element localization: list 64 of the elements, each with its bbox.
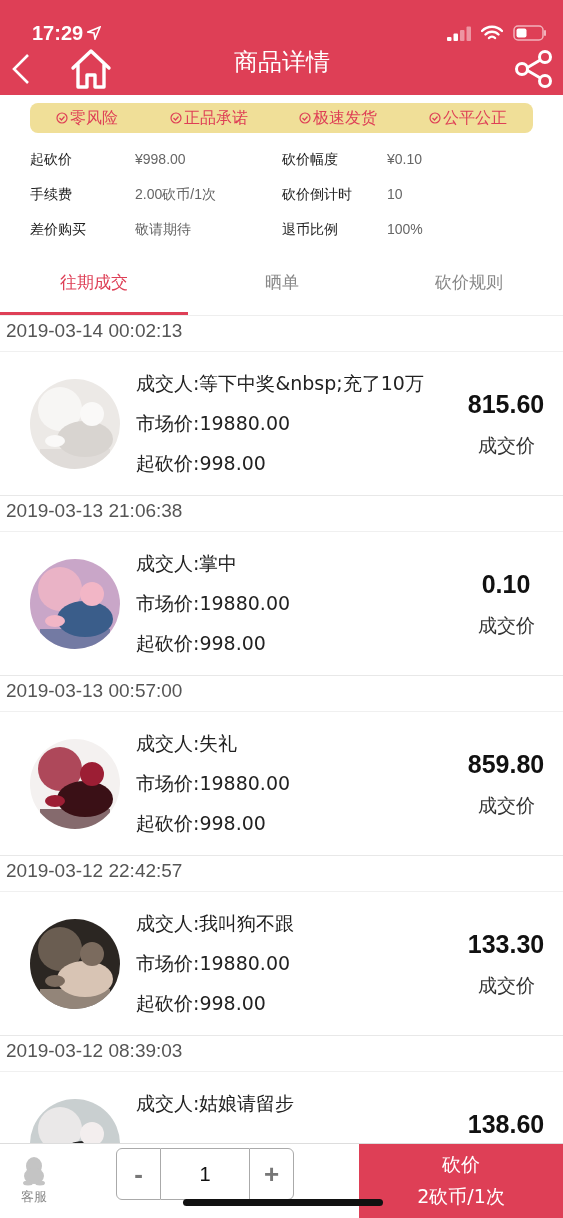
plus-button[interactable]: + [249, 1148, 294, 1200]
info-label: 起砍价 [30, 150, 73, 169]
guarantee-label: 正品承诺 [183, 107, 248, 129]
guarantee-label: 极速发货 [313, 107, 378, 129]
deal-price: 0.10 [481, 570, 531, 599]
market-price: 市场价:19880.00 [136, 771, 292, 796]
minus-button[interactable]: - [116, 1148, 161, 1200]
check-circle-icon [55, 112, 68, 124]
deal-price: 859.80 [467, 750, 545, 779]
deal-date: 2019-03-13 21:06:38 [0, 496, 563, 532]
status-time: 17:29 [32, 21, 84, 45]
deal-date: 2019-03-14 00:02:13 [0, 316, 563, 352]
info-value: 100% [387, 220, 424, 239]
share-icon[interactable] [513, 48, 553, 89]
buyer-name: 成交人:我叫狗不跟 [136, 911, 296, 936]
deal-price-label: 成交价 [477, 433, 535, 458]
home-icon[interactable] [70, 47, 112, 90]
info-value: 敬请期待 [135, 220, 192, 239]
buyer-name: 成交人:等下中奖&nbsp;充了10万 [136, 371, 425, 396]
buyer-name: 成交人:掌中 [136, 551, 239, 576]
deal-price-label: 成交价 [477, 613, 535, 638]
wifi-icon [481, 25, 503, 41]
deal-date: 2019-03-12 22:42:57 [0, 856, 563, 892]
market-price: 市场价:19880.00 [136, 951, 292, 976]
page-title: 商品详情 [232, 47, 331, 78]
battery-icon [513, 25, 547, 41]
info-label: 手续费 [30, 185, 73, 204]
deal-date: 2019-03-13 00:57:00 [0, 676, 563, 712]
quantity-field[interactable]: 1 [161, 1148, 249, 1200]
info-value: 10 [387, 185, 404, 204]
info-label: 差价购买 [30, 220, 87, 239]
info-label: 砍价倒计时 [282, 185, 353, 204]
guarantee-label: 零风险 [69, 107, 118, 129]
tab[interactable]: 晒单 [187, 252, 376, 315]
start-price: 起砍价:998.00 [136, 811, 267, 836]
check-circle-icon [299, 112, 312, 124]
info-value: ¥0.10 [387, 150, 424, 169]
market-price: 市场价:19880.00 [136, 411, 292, 436]
start-price: 起砍价:998.00 [136, 451, 267, 476]
start-price: 起砍价:998.00 [136, 991, 267, 1016]
tab[interactable]: 砍价规则 [375, 252, 563, 315]
check-circle-icon [169, 112, 182, 124]
back-icon[interactable] [10, 52, 32, 85]
info-value: ¥998.00 [135, 150, 187, 169]
signal-icon [447, 25, 473, 41]
start-price: 起砍价:998.00 [136, 631, 267, 656]
bargain-button[interactable]: 砍价 2砍币/1次 [359, 1144, 563, 1218]
service-label[interactable]: 客服 [21, 1188, 47, 1206]
location-icon [87, 26, 102, 40]
deal-date: 2019-03-12 08:39:03 [0, 1036, 563, 1072]
deal-price: 815.60 [467, 390, 545, 419]
deal-price-label: 成交价 [477, 793, 535, 818]
market-price: 市场价:19880.00 [136, 591, 292, 616]
check-circle-icon [429, 112, 442, 124]
deal-price-label: 成交价 [477, 973, 535, 998]
buyer-name: 成交人:姑娘请留步 [136, 1091, 296, 1116]
deal-price: 138.60 [467, 1110, 545, 1139]
info-label: 砍价幅度 [282, 150, 339, 169]
info-value: 2.00砍币/1次 [135, 185, 217, 204]
buyer-name: 成交人:失礼 [136, 731, 239, 756]
info-label: 退币比例 [282, 220, 339, 239]
tab[interactable]: 往期成交 [0, 252, 188, 315]
deal-price: 133.30 [467, 930, 545, 959]
guarantee-label: 公平公正 [443, 107, 508, 129]
